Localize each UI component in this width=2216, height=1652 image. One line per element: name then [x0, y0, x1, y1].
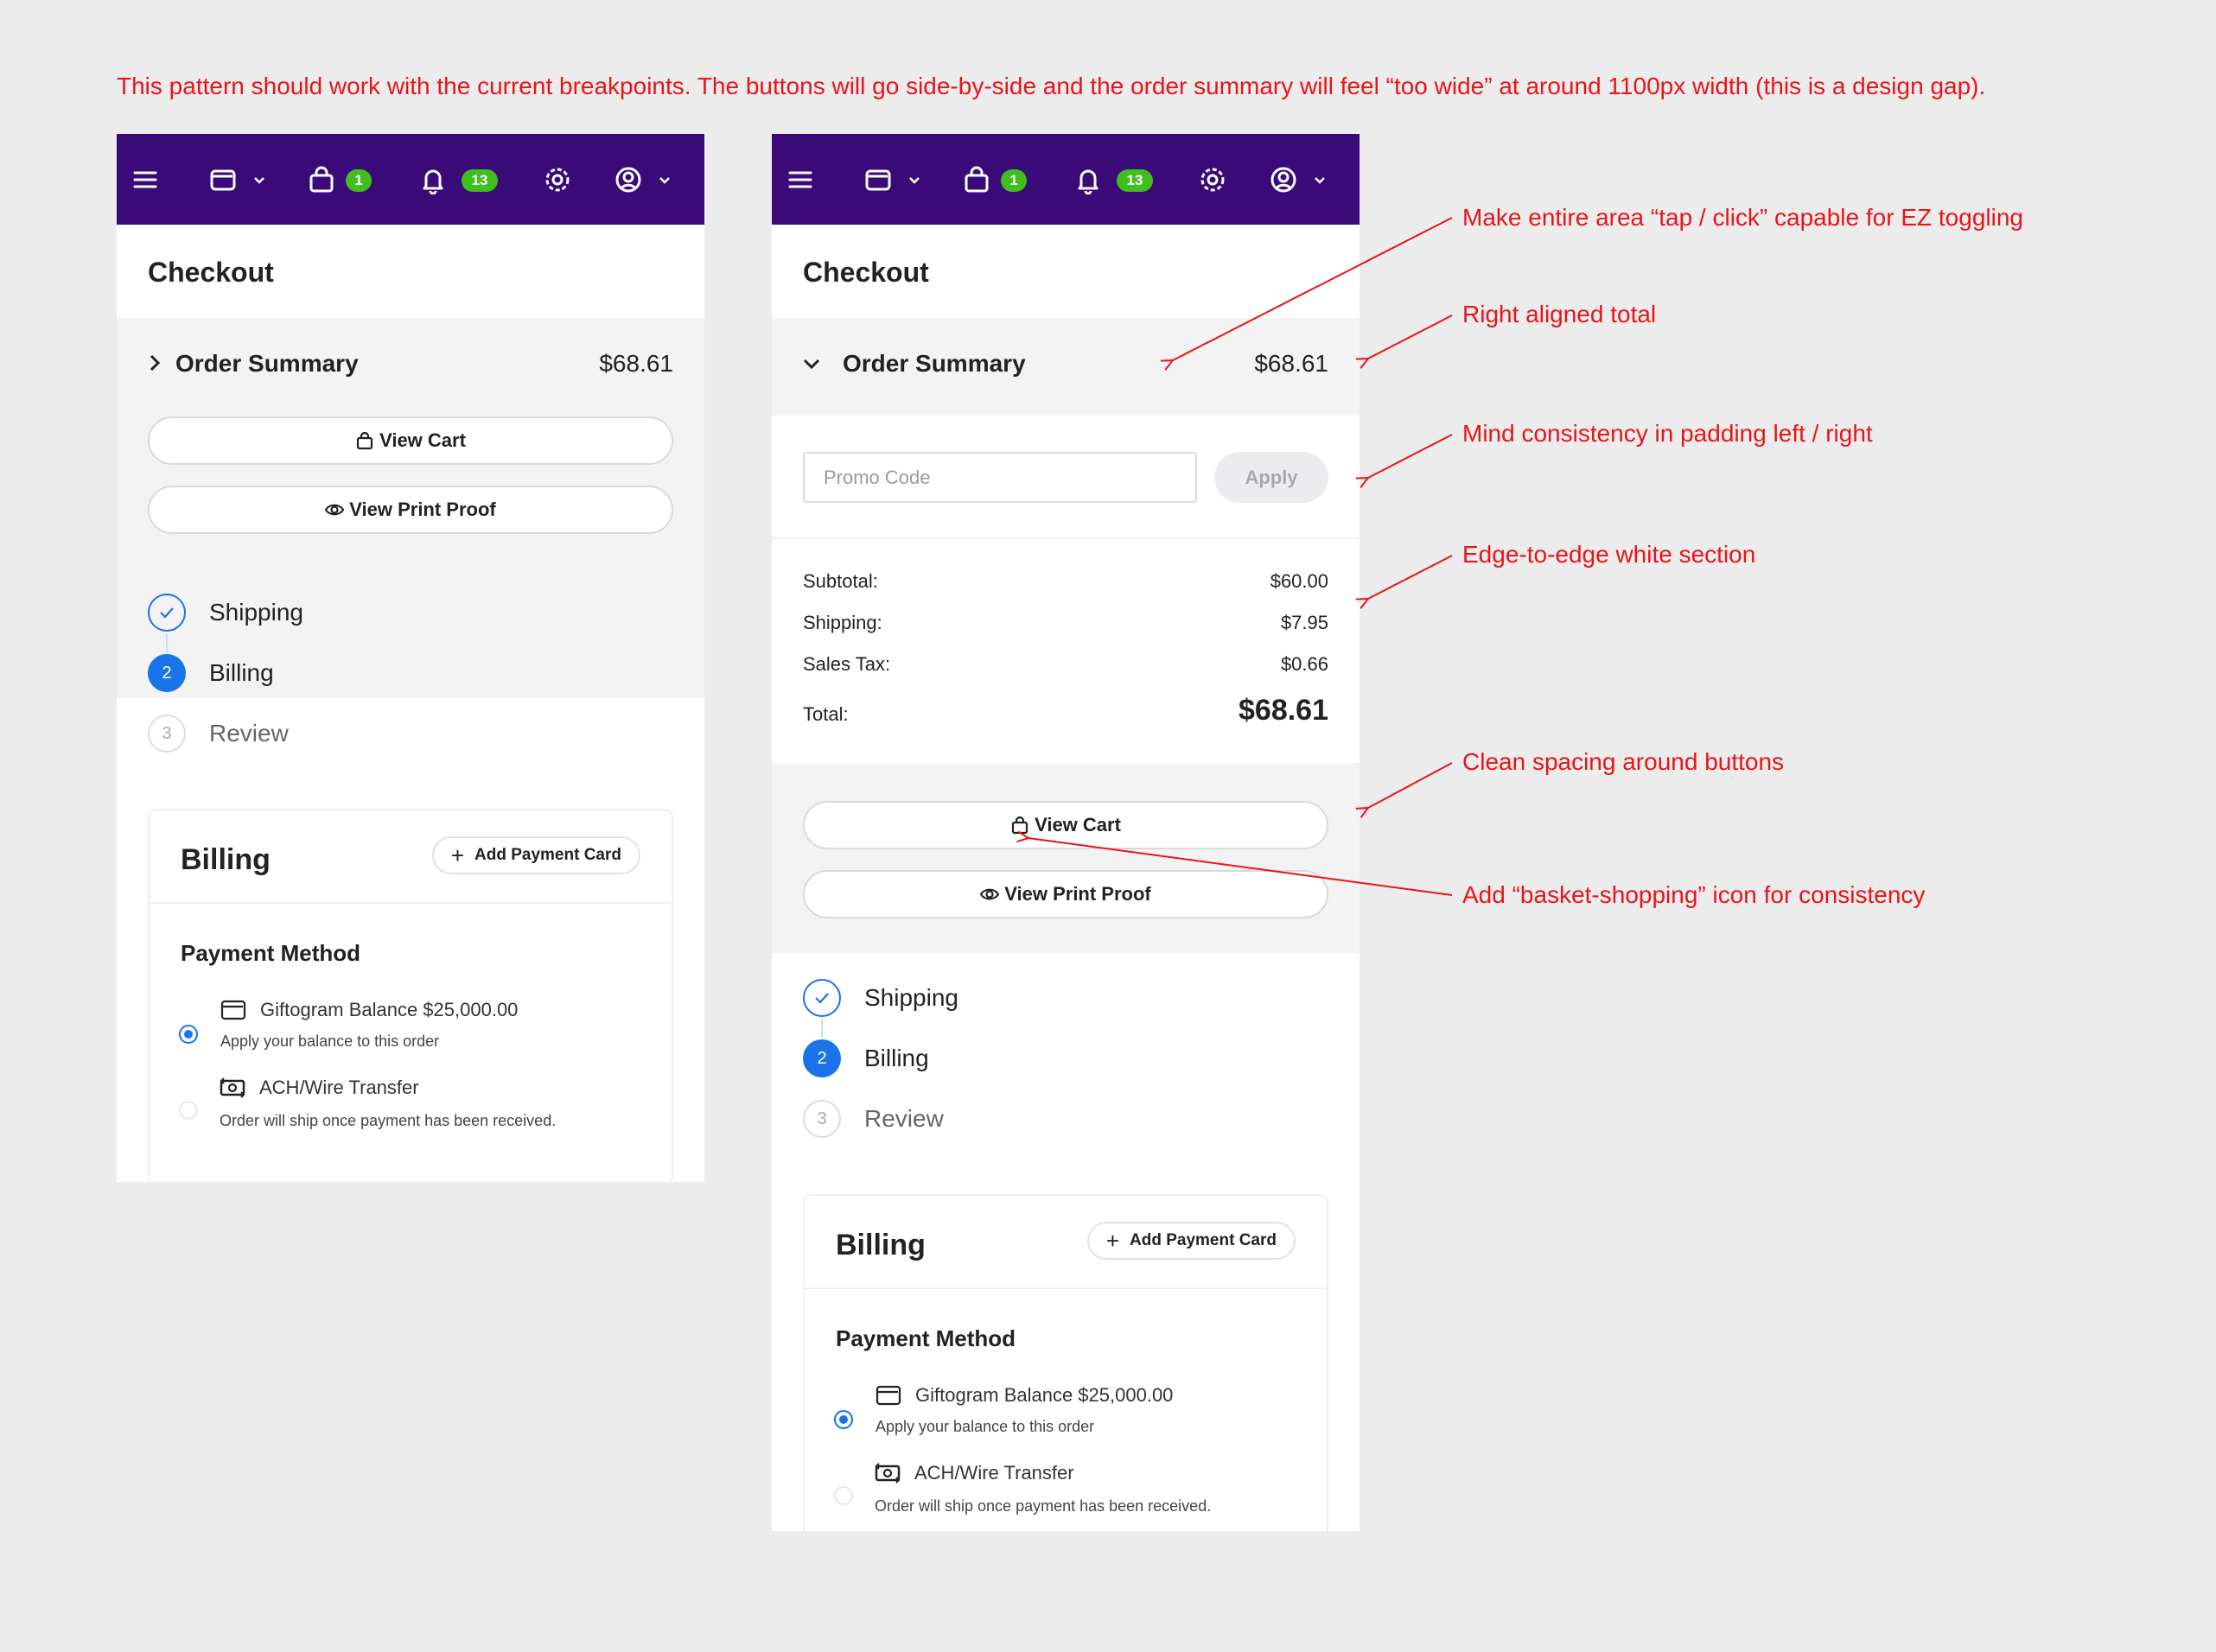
arrow-right-aligned: [1368, 315, 1453, 359]
arrow-basket-icon: [1028, 838, 1453, 896]
arrow-padding: [1368, 434, 1453, 478]
annotation-arrows: [0, 217, 1453, 896]
arrow-edge-to-edge: [1368, 555, 1453, 599]
arrow-clean-spacing: [1368, 762, 1453, 808]
arrow-tap-click: [1173, 217, 1453, 360]
